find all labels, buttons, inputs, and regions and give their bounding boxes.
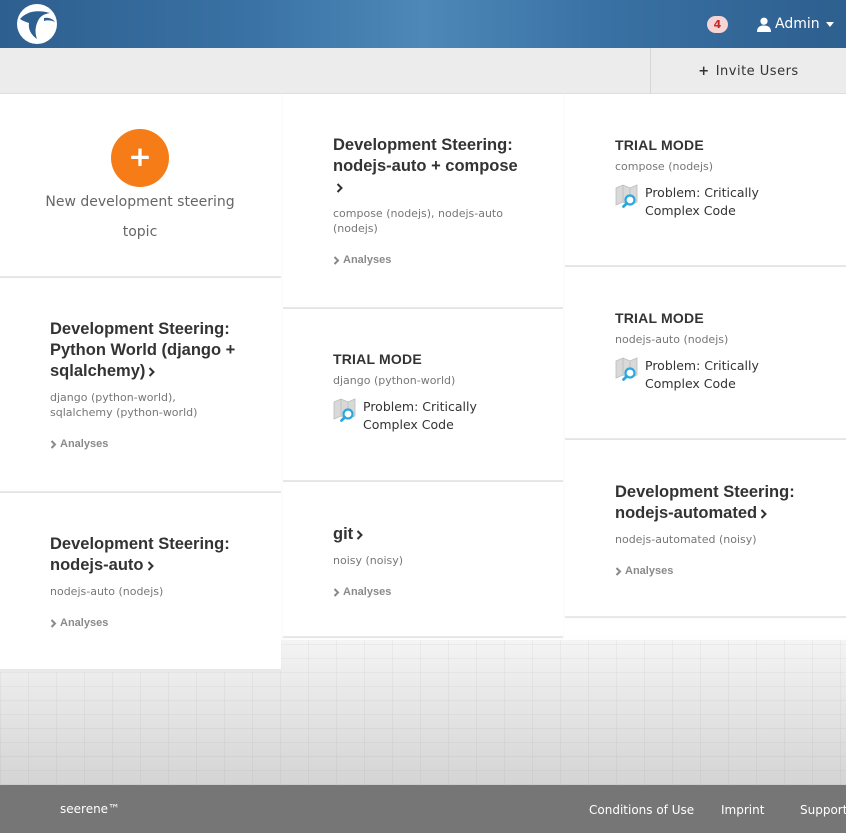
- chevron-right-icon: [336, 183, 343, 193]
- card-subtitle: compose (nodejs), nodejs-auto (nodejs): [333, 207, 503, 235]
- user-name: Admin: [775, 16, 820, 32]
- trial-mode-title: TRIAL MODE: [615, 137, 704, 153]
- card-title[interactable]: Development Steering: nodejs-auto + comp…: [333, 135, 518, 198]
- topic-card-nodejs-automated: Development Steering: nodejs-automated n…: [565, 440, 846, 618]
- problem-label: Problem: Critically Complex Code: [645, 185, 759, 218]
- card-subtitle: django (python-world), sqlalchemy (pytho…: [50, 391, 198, 419]
- problem-label: Problem: Critically Complex Code: [363, 399, 477, 432]
- chevron-right-icon: [147, 561, 154, 571]
- chevron-right-icon: [356, 530, 364, 540]
- plus-icon: +: [698, 63, 710, 79]
- analyses-link[interactable]: Analyses: [615, 565, 846, 577]
- problem-link[interactable]: Problem: Critically Complex Code: [333, 398, 563, 434]
- chevron-right-icon: [333, 587, 340, 597]
- card-subtitle: noisy (noisy): [333, 554, 404, 567]
- invite-users-label: Invite Users: [715, 63, 799, 79]
- problem-map-search-icon: [333, 398, 356, 422]
- column-3: TRIAL MODE compose (nodejs) Problem: Cri…: [565, 94, 846, 618]
- topic-card-nodejs-auto: Development Steering: nodejs-auto nodejs…: [0, 493, 281, 671]
- analyses-link[interactable]: Analyses: [333, 586, 563, 598]
- analyses-link[interactable]: Analyses: [333, 254, 563, 266]
- topic-card-nodejs-compose: Development Steering: nodejs-auto + comp…: [283, 94, 563, 309]
- invite-users-button[interactable]: + Invite Users: [650, 48, 846, 94]
- column-2: Development Steering: nodejs-auto + comp…: [283, 94, 563, 638]
- notification-badge[interactable]: 4: [707, 16, 728, 33]
- support-link[interactable]: Support: [800, 803, 846, 817]
- user-menu-dropdown[interactable]: Admin: [757, 14, 834, 34]
- trial-card-nodejs-auto: TRIAL MODE nodejs-auto (nodejs) Problem:…: [565, 267, 846, 440]
- footer-brand: seerene™: [60, 802, 121, 816]
- card-subtitle: compose (nodejs): [615, 160, 714, 173]
- trial-mode-title: TRIAL MODE: [333, 351, 422, 367]
- analyses-link[interactable]: Analyses: [50, 438, 281, 450]
- chevron-right-icon: [333, 255, 340, 265]
- problem-label: Problem: Critically Complex Code: [645, 358, 759, 391]
- add-topic-plus-icon[interactable]: +: [111, 129, 169, 187]
- user-icon: [757, 17, 771, 32]
- caret-down-icon: [825, 21, 834, 27]
- trial-card-compose: TRIAL MODE compose (nodejs) Problem: Cri…: [565, 94, 846, 267]
- topic-card-python-world: Development Steering: Python World (djan…: [0, 278, 281, 493]
- chevron-right-icon: [149, 367, 156, 377]
- card-title[interactable]: Development Steering: nodejs-auto: [50, 534, 250, 576]
- card-subtitle: nodejs-automated (noisy): [615, 533, 757, 546]
- chevron-right-icon: [760, 509, 768, 519]
- card-title[interactable]: Development Steering: nodejs-automated: [615, 482, 805, 524]
- analyses-link[interactable]: Analyses: [50, 617, 281, 629]
- problem-map-search-icon: [615, 184, 638, 208]
- action-bar: + Invite Users: [0, 48, 846, 94]
- card-subtitle: django (python-world): [333, 374, 456, 387]
- card-subtitle: nodejs-auto (nodejs): [50, 585, 164, 598]
- chevron-right-icon: [50, 439, 57, 449]
- top-navbar: 4 Admin: [0, 0, 846, 48]
- new-topic-card[interactable]: + New development steering topic: [0, 94, 281, 278]
- imprint-link[interactable]: Imprint: [721, 803, 764, 817]
- problem-link[interactable]: Problem: Critically Complex Code: [615, 357, 846, 393]
- new-topic-label: New development steering topic: [45, 194, 235, 240]
- problem-link[interactable]: Problem: Critically Complex Code: [615, 184, 846, 220]
- topic-card-git: git noisy (noisy) Analyses: [283, 482, 563, 638]
- logo-icon[interactable]: [14, 3, 60, 45]
- card-subtitle: nodejs-auto (nodejs): [615, 333, 729, 346]
- column-1: + New development steering topic Develop…: [0, 94, 281, 671]
- conditions-of-use-link[interactable]: Conditions of Use: [589, 803, 694, 817]
- card-title[interactable]: git: [333, 524, 533, 545]
- problem-map-search-icon: [615, 357, 638, 381]
- chevron-right-icon: [50, 618, 57, 628]
- page-footer: seerene™ Conditions of Use Imprint Suppo…: [0, 785, 846, 833]
- trial-mode-title: TRIAL MODE: [615, 310, 704, 326]
- trial-card-django: TRIAL MODE django (python-world) Problem…: [283, 309, 563, 482]
- chevron-right-icon: [615, 566, 622, 576]
- card-title[interactable]: Development Steering: Python World (djan…: [50, 319, 246, 382]
